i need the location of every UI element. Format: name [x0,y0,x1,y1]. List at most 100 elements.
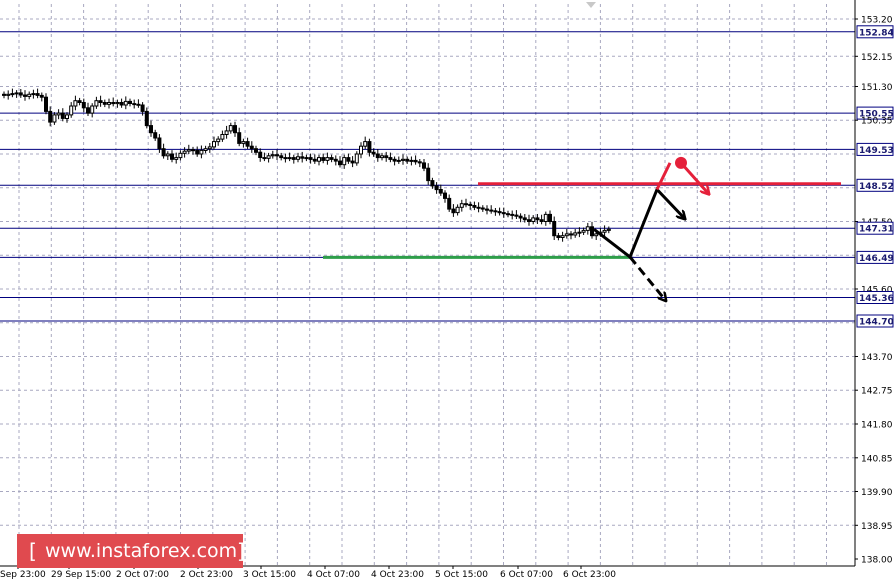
candle-body [94,100,99,107]
candle-body [535,217,540,221]
candle-body [388,157,393,160]
time-tick-label: 29 Sep 15:00 [51,570,111,580]
candle-body [522,217,527,221]
candle-body [405,158,410,162]
candle-body [527,219,531,222]
candle-body [573,232,578,236]
candle-body [459,203,464,208]
candle-body [438,189,443,194]
candle-body [329,157,334,160]
candle-body [275,154,279,157]
candle-body [585,226,590,231]
candle-body [312,158,317,162]
candle-body [455,206,460,214]
candle-body [430,180,435,187]
candle-body [346,157,351,162]
candle-body [518,215,523,219]
candle-body [270,154,275,157]
candle-body [191,149,195,152]
candle-body [506,213,510,216]
candle-body [195,149,200,155]
level-price-label: 148.52 [859,182,894,192]
candle-body [434,185,439,191]
price-tick-label: 143.70 [861,353,893,363]
candle-body [581,229,586,233]
candle-body [107,102,111,105]
candle-body [594,233,599,237]
candle-body [476,206,481,209]
candle-body [52,114,57,123]
time-tick-label: 6 Oct 23:00 [563,570,616,580]
candle-body [422,162,426,169]
candle-body [6,93,11,96]
level-price-label: 146.49 [859,254,894,264]
time-tick-label: 5 Oct 15:00 [435,570,488,580]
candle-body [237,132,242,144]
candle-body [77,100,82,103]
candle-body [350,160,355,164]
candle-body [304,157,309,160]
candle-body [447,197,452,210]
candle-body [464,203,468,206]
price-tick-label: 139.90 [861,488,893,498]
time-tick-label: 3 Oct 15:00 [243,570,296,580]
watermark-banner: [ www.instaforex.com ] [17,534,245,568]
candle-body [443,192,447,199]
candle-body [249,145,254,150]
candle-body [65,114,69,120]
candle-body [182,150,187,154]
candle-body [153,132,158,139]
candle-body [409,159,414,162]
candle-body [10,93,15,96]
time-axis-labels: Sep 23:00 29 Sep 15:00 2 Oct 07:00 2 Oct 23… [0,566,616,580]
candle-body [132,103,137,106]
candle-body [69,105,74,116]
candle-body [262,157,267,160]
candle-body [279,155,284,159]
level-price-label: 144.70 [859,318,894,328]
price-tick-label: 141.80 [861,421,893,431]
candle-body [14,92,19,95]
time-tick-label: 6 Oct 07:00 [500,570,553,580]
level-price-label: 152.84 [859,28,894,38]
price-tick-label: 138.00 [861,556,893,566]
candle-body [144,110,149,127]
candle-body [178,152,183,159]
candle-body [39,94,44,98]
candle-body [174,157,179,160]
candle-body [543,213,548,222]
level-price-label: 145.36 [859,294,894,304]
candle-body [375,153,380,159]
scroll-marker-icon [586,2,596,8]
candle-body [338,160,342,166]
candle-body [296,156,300,160]
watermark-close-bracket: ] [237,539,245,563]
candle-body [245,141,250,147]
candle-body [325,157,330,161]
price-tick-label: 140.85 [861,454,893,464]
price-tick-label: 138.95 [861,522,893,532]
price-axis-labels: 153.20152.84152.15151.30150.55150.35149.… [855,16,894,566]
candle-body [577,231,582,234]
price-tick-label: 150.35 [861,117,893,127]
candle-body [384,155,389,159]
candle-body [317,157,321,162]
candle-body [426,167,431,182]
candle-body [514,214,519,217]
candle-body [392,158,397,162]
candle-body [81,102,86,109]
candle-body [157,137,162,150]
projection-main-arrow [593,186,684,260]
candle-body [165,153,170,157]
time-tick-label: 2 Oct 23:00 [180,570,233,580]
candle-body [90,105,95,114]
candle-body [266,155,271,159]
candle-body [560,235,565,238]
watermark-url: www.instaforex.com [45,540,238,562]
candle-body [161,148,166,157]
candle-body [35,93,40,96]
candle-body [480,207,485,210]
candle-body [254,148,258,153]
candle-body [220,134,225,140]
candle-body [203,148,208,151]
